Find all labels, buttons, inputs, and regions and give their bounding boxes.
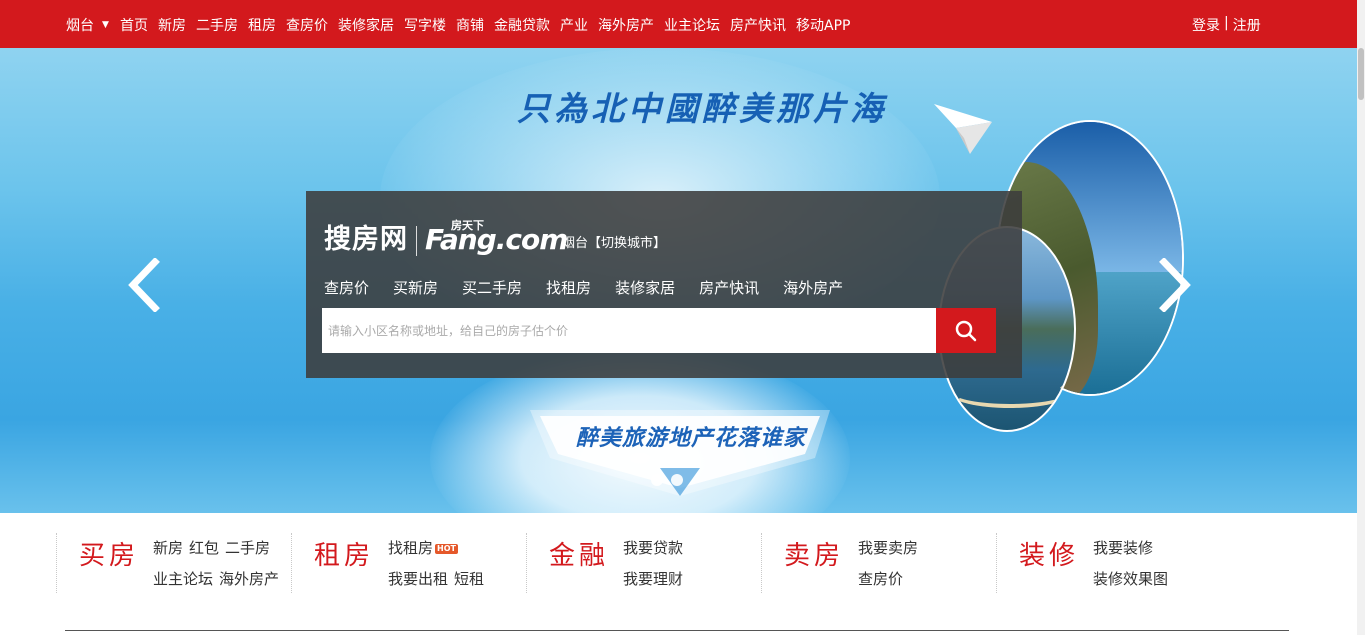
logo-divider bbox=[416, 226, 417, 256]
link-decorate[interactable]: 我要装修 bbox=[1093, 539, 1153, 557]
nav-finance[interactable]: 金融贷款 bbox=[494, 15, 550, 35]
nav-price-check[interactable]: 查房价 bbox=[286, 15, 328, 35]
paper-plane-icon bbox=[934, 104, 994, 160]
page-scrollbar[interactable] bbox=[1357, 0, 1365, 635]
category-title: 卖房 bbox=[784, 541, 845, 571]
tab-find-rental[interactable]: 找租房 bbox=[546, 277, 591, 298]
ribbon-text: 醉美旅游地产花落谁家 bbox=[576, 425, 807, 451]
banner-slogan: 只為北中國醉美那片海 bbox=[517, 89, 887, 128]
auth-divider: | bbox=[1224, 15, 1229, 31]
link-loan[interactable]: 我要贷款 bbox=[623, 539, 683, 557]
nav-mobile-app[interactable]: 移动APP bbox=[796, 15, 850, 35]
register-link[interactable]: 注册 bbox=[1233, 15, 1261, 35]
hero-banner: 只為北中國醉美那片海 搜房网 房天下 Fang.com 烟台【切换城市】 查房价… bbox=[0, 48, 1357, 513]
category-decoration: 装修 我要装修 装修效果图 bbox=[996, 533, 1231, 593]
link-owner-forum[interactable]: 业主论坛 bbox=[153, 570, 213, 588]
city-selector[interactable]: 烟台 ▼ bbox=[66, 15, 109, 35]
slide-dot[interactable] bbox=[651, 474, 663, 486]
link-overseas[interactable]: 海外房产 bbox=[219, 570, 279, 588]
nav-second-hand[interactable]: 二手房 bbox=[196, 15, 238, 35]
nav-forum[interactable]: 业主论坛 bbox=[664, 15, 720, 35]
tab-overseas[interactable]: 海外房产 bbox=[783, 277, 843, 298]
nav-overseas[interactable]: 海外房产 bbox=[598, 15, 654, 35]
tab-buy-new[interactable]: 买新房 bbox=[393, 277, 438, 298]
category-links: 我要卖房 查房价 bbox=[858, 533, 924, 595]
link-short-rent[interactable]: 短租 bbox=[454, 570, 484, 588]
slide-dot[interactable] bbox=[671, 474, 683, 486]
category-title: 装修 bbox=[1019, 541, 1080, 571]
search-panel: 搜房网 房天下 Fang.com 烟台【切换城市】 查房价 买新房 买二手房 找… bbox=[306, 191, 1022, 378]
link-find-rental[interactable]: 找租房 bbox=[388, 539, 433, 557]
link-check-price[interactable]: 查房价 bbox=[858, 570, 903, 588]
city-label: 烟台 bbox=[66, 18, 94, 34]
link-new-house[interactable]: 新房 bbox=[153, 539, 183, 557]
site-logo[interactable]: 搜房网 房天下 Fang.com bbox=[324, 217, 568, 256]
category-title: 买房 bbox=[79, 541, 140, 571]
link-wealth[interactable]: 我要理财 bbox=[623, 570, 683, 588]
search-icon bbox=[955, 320, 977, 341]
category-rent: 租房 找租房 HOT 我要出租 短租 bbox=[291, 533, 526, 593]
tab-price-check[interactable]: 查房价 bbox=[324, 277, 369, 298]
nav-rent[interactable]: 租房 bbox=[248, 15, 276, 35]
category-links: 我要贷款 我要理财 bbox=[623, 533, 689, 595]
category-sell: 卖房 我要卖房 查房价 bbox=[761, 533, 996, 593]
search-input[interactable] bbox=[322, 308, 936, 353]
link-second-hand[interactable]: 二手房 bbox=[225, 539, 270, 557]
main-nav: 首页 新房 二手房 租房 查房价 装修家居 写字楼 商铺 金融贷款 产业 海外房… bbox=[120, 15, 850, 35]
nav-industry[interactable]: 产业 bbox=[560, 15, 588, 35]
nav-office[interactable]: 写字楼 bbox=[404, 15, 446, 35]
category-finance: 金融 我要贷款 我要理财 bbox=[526, 533, 761, 593]
switch-city-link[interactable]: 烟台【切换城市】 bbox=[562, 232, 666, 251]
nav-decoration[interactable]: 装修家居 bbox=[338, 15, 394, 35]
nav-shops[interactable]: 商铺 bbox=[456, 15, 484, 35]
logo-chinese: 搜房网 bbox=[324, 224, 408, 255]
category-buy: 买房 新房 红包 二手房 业主论坛 海外房产 bbox=[56, 533, 291, 593]
search-tabs: 查房价 买新房 买二手房 找租房 装修家居 房产快讯 海外房产 bbox=[324, 277, 843, 298]
caret-down-icon: ▼ bbox=[102, 20, 109, 30]
prev-slide-chevron-icon[interactable] bbox=[127, 257, 161, 313]
scrollbar-thumb[interactable] bbox=[1358, 48, 1364, 100]
slide-dots bbox=[651, 474, 683, 486]
category-row: 买房 新房 红包 二手房 业主论坛 海外房产 租房 找租房 HOT 我要出租 短租 金融 … bbox=[56, 533, 1289, 593]
login-link[interactable]: 登录 bbox=[1192, 15, 1220, 35]
category-links: 新房 红包 二手房 业主论坛 海外房产 bbox=[153, 533, 285, 595]
top-nav-bar: 烟台 ▼ 首页 新房 二手房 租房 查房价 装修家居 写字楼 商铺 金融贷款 产… bbox=[0, 0, 1365, 48]
auth-links: 登录 | 注册 bbox=[1192, 15, 1261, 35]
category-title: 金融 bbox=[549, 541, 610, 571]
tab-buy-second-hand[interactable]: 买二手房 bbox=[462, 277, 522, 298]
nav-home[interactable]: 首页 bbox=[120, 15, 148, 35]
next-slide-chevron-icon[interactable] bbox=[1158, 257, 1192, 313]
link-sell-house[interactable]: 我要卖房 bbox=[858, 539, 918, 557]
nav-news[interactable]: 房产快讯 bbox=[730, 15, 786, 35]
section-divider bbox=[65, 630, 1289, 631]
category-links: 我要装修 装修效果图 bbox=[1093, 533, 1174, 595]
category-title: 租房 bbox=[314, 541, 375, 571]
search-button[interactable] bbox=[936, 308, 996, 353]
logo-english-text: Fang.com bbox=[425, 223, 568, 256]
hot-badge: HOT bbox=[435, 543, 458, 554]
link-red-packet[interactable]: 红包 bbox=[189, 539, 219, 557]
category-links: 找租房 HOT 我要出租 短租 bbox=[388, 533, 490, 595]
tab-decoration[interactable]: 装修家居 bbox=[615, 277, 675, 298]
logo-tiny-text: 房天下 bbox=[451, 219, 484, 232]
link-list-rental[interactable]: 我要出租 bbox=[388, 570, 448, 588]
logo-english: 房天下 Fang.com bbox=[425, 219, 568, 256]
tab-news[interactable]: 房产快讯 bbox=[699, 277, 759, 298]
nav-new-house[interactable]: 新房 bbox=[158, 15, 186, 35]
link-decor-gallery[interactable]: 装修效果图 bbox=[1093, 570, 1168, 588]
